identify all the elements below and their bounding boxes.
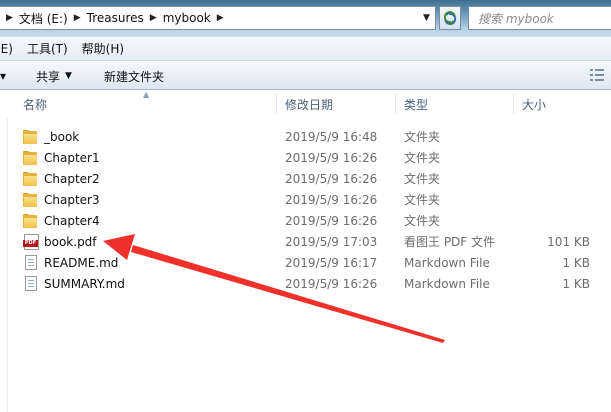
menu-item-edit[interactable]: (E) bbox=[0, 42, 13, 56]
markdown-file-icon bbox=[23, 276, 39, 292]
breadcrumb-mybook[interactable]: mybook bbox=[163, 11, 211, 25]
file-size bbox=[520, 210, 590, 231]
share-label: 共享 bbox=[36, 69, 61, 84]
breadcrumb-arrow-icon[interactable]: ▶ bbox=[74, 13, 81, 23]
list-item[interactable]: SUMMARY.md 2019/5/9 16:26 Markdown File … bbox=[0, 273, 611, 294]
breadcrumb-drive[interactable]: 文档 (E:) bbox=[19, 10, 68, 27]
column-size[interactable]: 大小 bbox=[522, 90, 546, 118]
file-type: 文件夹 bbox=[404, 151, 441, 165]
list-item[interactable]: Chapter4 2019/5/9 16:26 文件夹 bbox=[0, 210, 611, 231]
list-item[interactable]: Chapter2 2019/5/9 16:26 文件夹 bbox=[0, 168, 611, 189]
folder-icon bbox=[23, 150, 39, 166]
list-item[interactable]: README.md 2019/5/9 16:17 Markdown File 1… bbox=[0, 252, 611, 273]
file-type: Markdown File bbox=[404, 276, 490, 291]
file-size bbox=[520, 168, 590, 189]
folder-icon bbox=[23, 213, 39, 229]
file-date: 2019/5/9 16:26 bbox=[285, 150, 378, 165]
column-divider[interactable] bbox=[513, 94, 514, 114]
address-history-dropdown-icon[interactable]: ▼ bbox=[417, 6, 436, 30]
breadcrumb-arrow-icon[interactable]: ▶ bbox=[217, 13, 224, 23]
file-date: 2019/5/9 16:26 bbox=[285, 276, 378, 291]
file-name: _book bbox=[44, 129, 80, 144]
file-name: Chapter1 bbox=[44, 150, 100, 165]
file-type: Markdown File bbox=[404, 255, 490, 270]
file-size bbox=[520, 147, 590, 168]
sort-ascending-icon: ▲ bbox=[143, 90, 150, 99]
column-divider[interactable] bbox=[395, 94, 396, 114]
organize-dropdown-icon[interactable]: ▾ bbox=[0, 62, 6, 90]
file-date: 2019/5/9 16:26 bbox=[285, 192, 378, 207]
new-folder-label: 新建文件夹 bbox=[104, 69, 165, 84]
view-options-icon[interactable] bbox=[589, 67, 607, 83]
file-name: Chapter3 bbox=[44, 192, 100, 207]
file-date: 2019/5/9 16:26 bbox=[285, 213, 378, 228]
file-size: 1 KB bbox=[562, 276, 590, 291]
file-size bbox=[520, 189, 590, 210]
folder-icon bbox=[23, 171, 39, 187]
command-bar: ▾ 共享 ▼ 新建文件夹 bbox=[0, 62, 611, 90]
file-size bbox=[520, 126, 590, 147]
search-placeholder: 搜索 mybook bbox=[478, 11, 554, 26]
column-type[interactable]: 类型 bbox=[404, 90, 428, 118]
address-strip: ▶ 文档 (E:) ▶ Treasures ▶ mybook ▶ ▼ 搜索 my… bbox=[0, 0, 611, 37]
file-name: Chapter4 bbox=[44, 213, 100, 228]
column-header: 名称 修改日期 类型 大小 bbox=[0, 90, 611, 118]
breadcrumb-arrow-icon[interactable]: ▶ bbox=[6, 13, 13, 23]
refresh-icon bbox=[443, 11, 457, 25]
list-item[interactable]: Chapter3 2019/5/9 16:26 文件夹 bbox=[0, 189, 611, 210]
file-type: 文件夹 bbox=[404, 172, 441, 186]
file-type: 文件夹 bbox=[404, 130, 441, 144]
file-name: SUMMARY.md bbox=[44, 276, 125, 291]
file-date: 2019/5/9 16:48 bbox=[285, 129, 378, 144]
markdown-file-icon bbox=[23, 255, 39, 271]
folder-icon bbox=[23, 129, 39, 145]
address-bar[interactable]: ▶ 文档 (E:) ▶ Treasures ▶ mybook ▶ bbox=[0, 6, 436, 30]
new-folder-button[interactable]: 新建文件夹 bbox=[104, 62, 164, 90]
list-item[interactable]: Chapter1 2019/5/9 16:26 文件夹 bbox=[0, 147, 611, 168]
file-name: book.pdf bbox=[44, 234, 97, 249]
folder-icon bbox=[23, 192, 39, 208]
file-type: 文件夹 bbox=[404, 214, 441, 228]
file-date: 2019/5/9 17:03 bbox=[285, 234, 378, 249]
menu-item-tools[interactable]: 工具(T) bbox=[27, 40, 68, 57]
file-name: Chapter2 bbox=[44, 171, 100, 186]
share-button[interactable]: 共享 ▼ bbox=[36, 62, 72, 90]
file-type: 文件夹 bbox=[404, 193, 441, 207]
column-name[interactable]: 名称 bbox=[23, 90, 47, 118]
file-date: 2019/5/9 16:17 bbox=[285, 255, 378, 270]
file-name: README.md bbox=[44, 255, 119, 270]
refresh-button[interactable] bbox=[439, 6, 461, 30]
search-input[interactable]: 搜索 mybook bbox=[468, 6, 611, 30]
file-size: 1 KB bbox=[562, 255, 590, 270]
column-date[interactable]: 修改日期 bbox=[285, 90, 333, 118]
column-divider[interactable] bbox=[276, 94, 277, 114]
file-date: 2019/5/9 16:26 bbox=[285, 171, 378, 186]
menu-bar: (E) 工具(T) 帮助(H) bbox=[0, 37, 611, 61]
file-type: 看图王 PDF 文件 bbox=[404, 235, 496, 249]
breadcrumb-treasures[interactable]: Treasures bbox=[87, 11, 144, 25]
list-item[interactable]: PDF book.pdf 2019/5/9 17:03 看图王 PDF 文件 1… bbox=[0, 231, 611, 252]
list-item[interactable]: _book 2019/5/9 16:48 文件夹 bbox=[0, 126, 611, 147]
pdf-file-icon: PDF bbox=[23, 234, 39, 250]
menu-item-help[interactable]: 帮助(H) bbox=[82, 40, 124, 57]
breadcrumb-arrow-icon[interactable]: ▶ bbox=[150, 13, 157, 23]
file-size: 101 KB bbox=[547, 234, 590, 249]
chevron-down-icon: ▼ bbox=[65, 71, 72, 81]
